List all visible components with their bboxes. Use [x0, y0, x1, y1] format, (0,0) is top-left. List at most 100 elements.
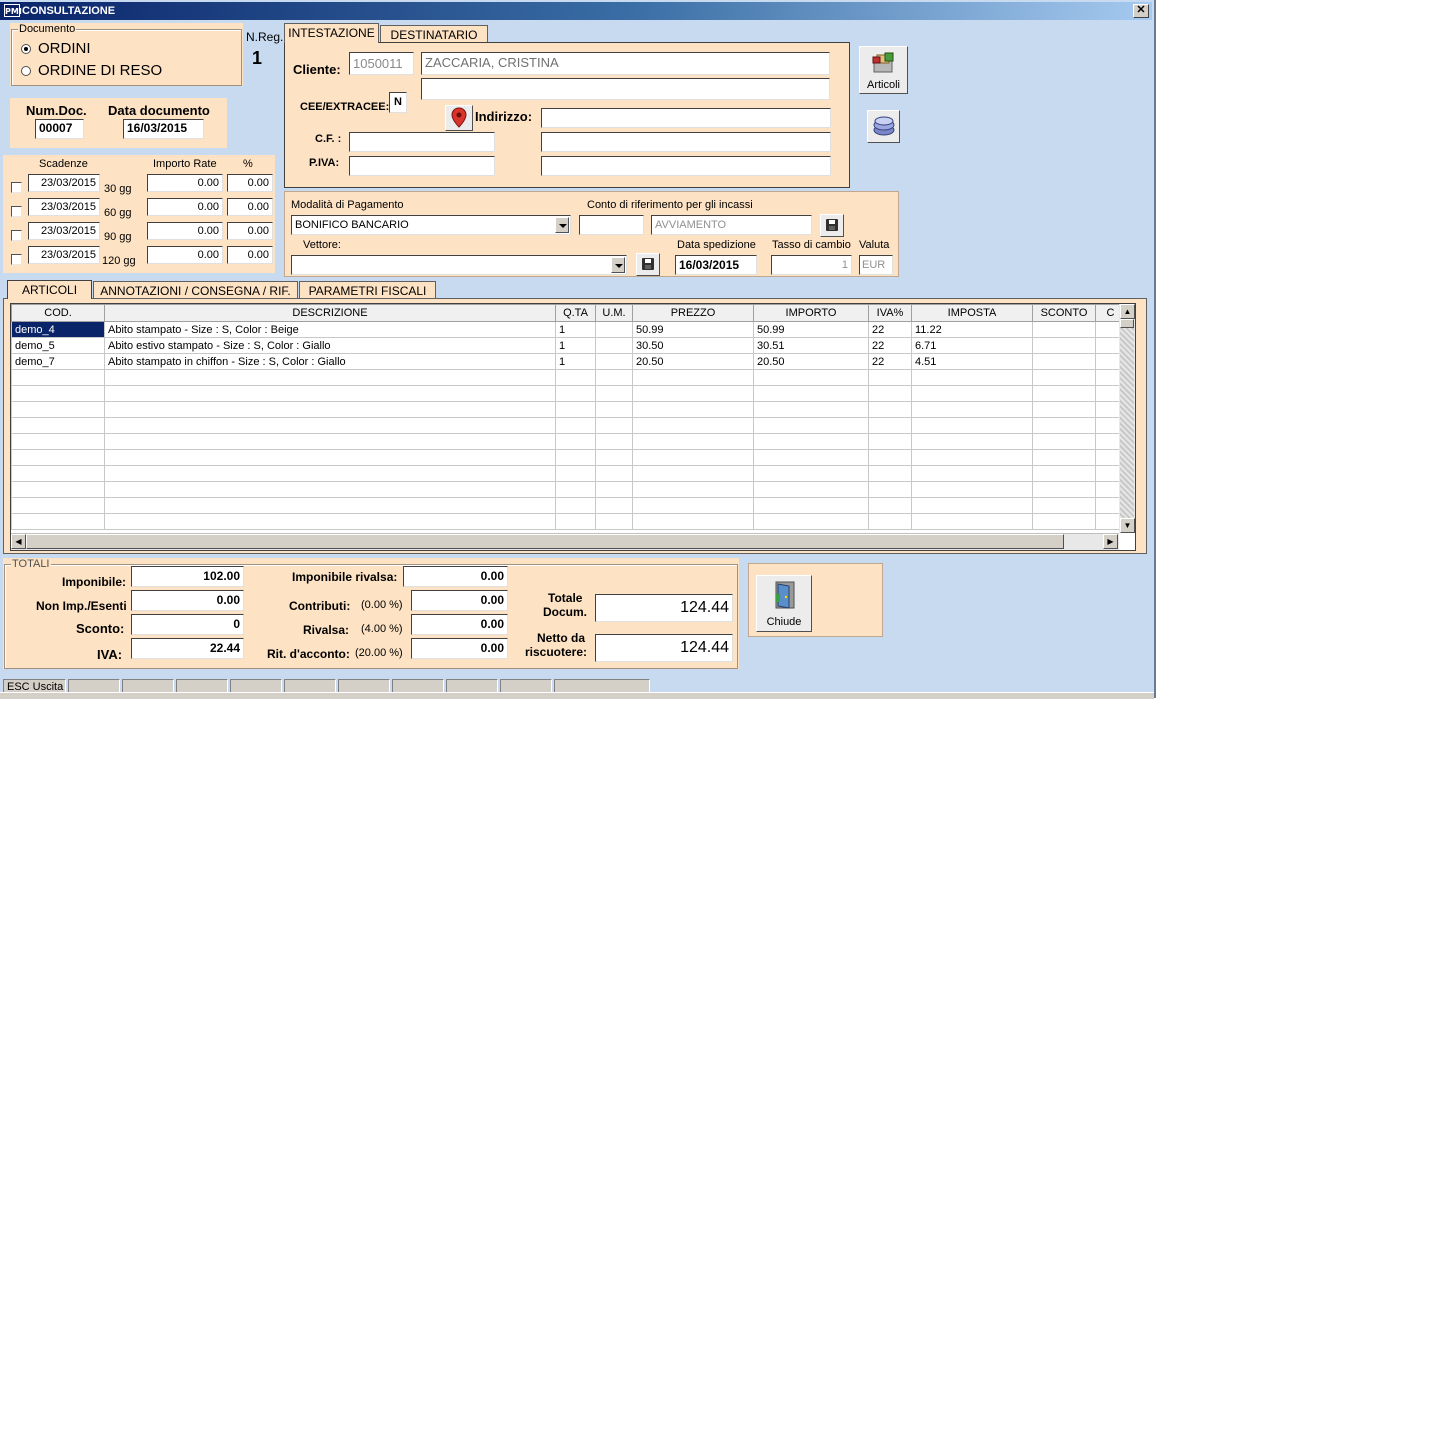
table-cell[interactable] — [104, 497, 556, 514]
tab-annotazioni[interactable]: ANNOTAZIONI / CONSEGNA / RIF. — [93, 281, 298, 299]
datadoc-field[interactable]: 16/03/2015 — [123, 119, 204, 139]
vertical-scroll-track[interactable] — [1120, 328, 1134, 518]
table-cell[interactable] — [555, 513, 596, 530]
table-row[interactable] — [11, 369, 1126, 386]
tab-articoli[interactable]: ARTICOLI — [7, 280, 92, 299]
close-button[interactable]: ✕ — [1133, 4, 1149, 18]
table-cell[interactable] — [868, 369, 912, 386]
table-cell[interactable] — [11, 417, 105, 434]
rate-amount-field[interactable]: 0.00 — [147, 246, 223, 264]
table-cell[interactable] — [1032, 449, 1096, 466]
col-imposta[interactable]: IMPOSTA — [911, 304, 1033, 322]
table-cell[interactable] — [595, 497, 633, 514]
table-cell[interactable]: Abito stampato - Size : S, Color : Beige — [104, 321, 556, 338]
table-cell[interactable]: 4.51 — [911, 353, 1033, 370]
netto-field[interactable]: 124.44 — [595, 634, 733, 662]
nonimp-field[interactable]: 0.00 — [131, 590, 244, 611]
table-cell[interactable] — [753, 401, 869, 418]
table-cell[interactable] — [753, 417, 869, 434]
table-cell[interactable] — [104, 449, 556, 466]
grid-horizontal-scrollbar[interactable]: ◀ ▶ — [11, 533, 1119, 550]
table-row[interactable] — [11, 497, 1126, 514]
table-cell[interactable] — [911, 417, 1033, 434]
rate-amount-field[interactable]: 0.00 — [147, 198, 223, 216]
pagamento-combo[interactable]: BONIFICO BANCARIO — [291, 215, 571, 235]
table-row[interactable] — [11, 433, 1126, 450]
table-cell[interactable] — [555, 465, 596, 482]
table-cell[interactable] — [595, 417, 633, 434]
table-cell[interactable] — [868, 417, 912, 434]
conto-name-field[interactable]: AVVIAMENTO — [651, 215, 812, 235]
table-cell[interactable] — [868, 497, 912, 514]
table-cell[interactable]: 22 — [868, 337, 912, 354]
table-cell[interactable] — [595, 465, 633, 482]
table-cell[interactable] — [595, 449, 633, 466]
table-cell[interactable] — [1032, 369, 1096, 386]
table-cell[interactable] — [911, 433, 1033, 450]
table-cell[interactable]: demo_4 — [11, 321, 105, 338]
table-cell[interactable] — [11, 385, 105, 402]
table-cell[interactable] — [555, 401, 596, 418]
table-row[interactable]: demo_5 Abito estivo stampato - Size : S, … — [11, 337, 1126, 354]
table-cell[interactable] — [555, 497, 596, 514]
conto-code-field[interactable] — [579, 215, 644, 235]
cee-field[interactable]: N — [389, 92, 407, 113]
rate-pct-field[interactable]: 0.00 — [227, 246, 273, 264]
scadenza-date-field[interactable]: 23/03/2015 — [28, 222, 100, 240]
numdoc-field[interactable]: 00007 — [35, 119, 84, 139]
table-cell[interactable] — [632, 369, 754, 386]
table-cell[interactable] — [868, 449, 912, 466]
rate-pct-field[interactable]: 0.00 — [227, 222, 273, 240]
scadenza-checkbox[interactable] — [11, 230, 22, 241]
table-cell[interactable]: 1 — [555, 337, 596, 354]
col-descrizione[interactable]: DESCRIZIONE — [104, 304, 556, 322]
rate-amount-field[interactable]: 0.00 — [147, 222, 223, 240]
table-cell[interactable] — [868, 465, 912, 482]
table-cell[interactable] — [868, 513, 912, 530]
table-cell[interactable]: 20.50 — [632, 353, 754, 370]
table-cell[interactable] — [555, 369, 596, 386]
table-cell[interactable] — [1032, 497, 1096, 514]
imp-rivalsa-field[interactable]: 0.00 — [403, 566, 508, 587]
table-cell[interactable] — [1032, 321, 1096, 338]
cf-field[interactable] — [349, 132, 495, 152]
table-cell[interactable]: 20.50 — [753, 353, 869, 370]
table-cell[interactable] — [1032, 481, 1096, 498]
map-pin-button[interactable] — [445, 105, 473, 131]
table-cell[interactable] — [868, 385, 912, 402]
citta-field[interactable] — [541, 132, 831, 152]
horizontal-scroll-thumb[interactable] — [26, 534, 1064, 549]
table-cell[interactable] — [11, 369, 105, 386]
table-cell[interactable] — [595, 401, 633, 418]
table-cell[interactable] — [911, 513, 1033, 530]
table-cell[interactable]: 50.99 — [632, 321, 754, 338]
table-cell[interactable] — [911, 385, 1033, 402]
table-cell[interactable] — [911, 369, 1033, 386]
rate-pct-field[interactable]: 0.00 — [227, 198, 273, 216]
col-sconto[interactable]: SCONTO — [1032, 304, 1096, 322]
table-cell[interactable]: demo_7 — [11, 353, 105, 370]
table-cell[interactable] — [632, 417, 754, 434]
table-cell[interactable] — [11, 449, 105, 466]
table-cell[interactable] — [1032, 401, 1096, 418]
table-cell[interactable]: 6.71 — [911, 337, 1033, 354]
articoli-button[interactable]: Articoli — [859, 46, 908, 94]
table-cell[interactable] — [104, 513, 556, 530]
scroll-right-icon[interactable]: ▶ — [1103, 534, 1118, 549]
table-cell[interactable]: 30.51 — [753, 337, 869, 354]
conto-save-button[interactable] — [820, 214, 844, 237]
articoli-grid[interactable]: COD. DESCRIZIONE Q.TA U.M. PREZZO IMPORT… — [10, 303, 1136, 551]
rate-amount-field[interactable]: 0.00 — [147, 174, 223, 192]
table-cell[interactable] — [632, 433, 754, 450]
table-cell[interactable] — [1032, 465, 1096, 482]
tab-parametri-fiscali[interactable]: PARAMETRI FISCALI — [299, 281, 436, 299]
table-cell[interactable] — [868, 481, 912, 498]
table-cell[interactable] — [632, 497, 754, 514]
table-cell[interactable] — [555, 385, 596, 402]
table-row[interactable]: demo_7 Abito stampato in chiffon - Size :… — [11, 353, 1126, 370]
table-cell[interactable] — [595, 337, 633, 354]
table-cell[interactable] — [1032, 385, 1096, 402]
table-cell[interactable] — [868, 401, 912, 418]
table-cell[interactable] — [911, 481, 1033, 498]
col-prezzo[interactable]: PREZZO — [632, 304, 754, 322]
